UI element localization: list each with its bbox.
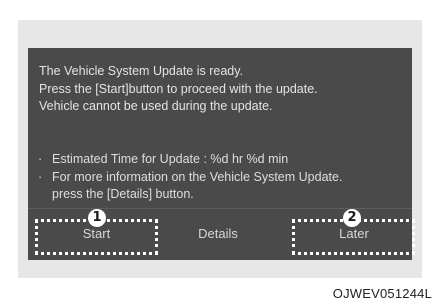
figure-code: OJWEV051244L [332, 286, 432, 301]
details-button-label: Details [198, 225, 238, 241]
info-item-estimated-time: · Estimated Time for Update : %d hr %d mi… [38, 152, 288, 167]
callout-1-icon: 1 [88, 209, 106, 227]
details-button[interactable]: Details [168, 214, 268, 252]
info-text: Estimated Time for Update : %d hr %d min [52, 152, 289, 166]
info-text: For more information on the Vehicle Syst… [52, 170, 343, 184]
info-text: press the [Details] button. [52, 187, 194, 201]
callout-2-icon: 2 [343, 209, 361, 227]
message-line-3: Vehicle cannot be used during the update… [39, 99, 273, 113]
info-item-details-hint: press the [Details] button. [38, 187, 194, 202]
bullet-icon: · [38, 170, 43, 184]
bullet-icon: · [38, 152, 43, 166]
message-line-2: Press the [Start]button to proceed with … [39, 82, 318, 96]
figure-frame: The Vehicle System Update is ready. Pres… [0, 0, 440, 305]
update-dialog: The Vehicle System Update is ready. Pres… [28, 48, 412, 260]
start-button-label: Start [82, 225, 111, 241]
message-line-1: The Vehicle System Update is ready. [39, 64, 244, 78]
info-item-more-information: · For more information on the Vehicle Sys… [38, 170, 342, 185]
later-button-label: Later [339, 225, 369, 241]
